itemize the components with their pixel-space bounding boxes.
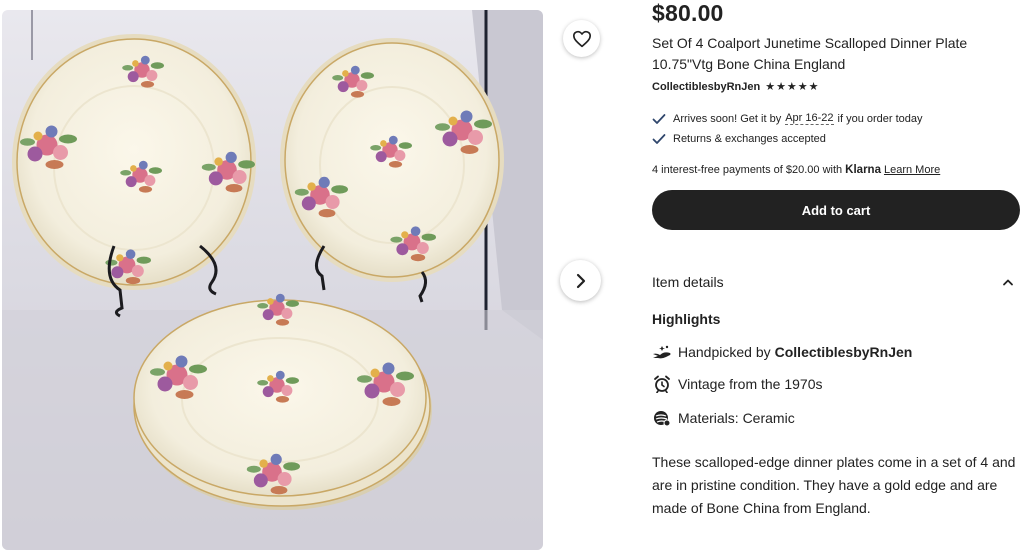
product-image[interactable] [2,10,543,550]
product-title: Set Of 4 Coalport Junetime Scalloped Din… [652,35,968,72]
arrival-text-prefix: Arrives soon! Get it by [673,112,782,125]
chevron-right-icon [576,273,585,288]
price: $80.00 [652,0,724,26]
highlight-materials: Materials: Ceramic [652,408,795,428]
klarna-text: 4 interest-free payments of $20.00 with [652,164,843,176]
item-details-toggle[interactable]: Item details [652,270,1020,294]
favorite-button[interactable] [563,20,600,57]
item-details-label: Item details [652,274,724,290]
learn-more-link[interactable]: Learn More [884,164,940,176]
rating-stars: ★★★★★ [765,81,820,93]
alarm-clock-icon [652,374,672,394]
arrival-info: Arrives soon! Get it by Apr 16-22 if you… [652,112,923,125]
arrival-date[interactable]: Apr 16-22 [785,112,834,125]
arrival-text-suffix: if you order today [837,112,923,125]
vintage-text: Vintage from the 1970s [678,376,823,392]
returns-text: Returns & exchanges accepted [673,133,826,145]
chevron-up-icon [1003,279,1013,286]
materials-icon [652,408,672,428]
materials-text: Materials: Ceramic [678,410,795,426]
check-icon [652,134,666,144]
highlight-vintage: Vintage from the 1970s [652,374,823,394]
handpicked-shop-link[interactable]: CollectiblesbyRnJen [775,344,913,360]
returns-info: Returns & exchanges accepted [652,133,826,145]
heart-icon [572,30,591,47]
highlights-heading: Highlights [652,311,721,327]
plates-photo [2,10,543,550]
highlight-handpicked: Handpicked by CollectiblesbyRnJen [652,342,912,362]
item-description: These scalloped-edge dinner plates come … [652,454,1016,516]
shop-row: CollectiblesbyRnJen ★★★★★ [652,80,820,94]
klarna-info: 4 interest-free payments of $20.00 with … [652,164,940,176]
add-to-cart-button[interactable]: Add to cart [652,190,1020,230]
shop-name-link[interactable]: CollectiblesbyRnJen [652,81,760,93]
check-icon [652,113,666,124]
next-image-button[interactable] [560,260,601,301]
klarna-logo: Klarna [845,164,881,176]
hand-icon [652,342,672,362]
handpicked-text: Handpicked by [678,344,771,360]
